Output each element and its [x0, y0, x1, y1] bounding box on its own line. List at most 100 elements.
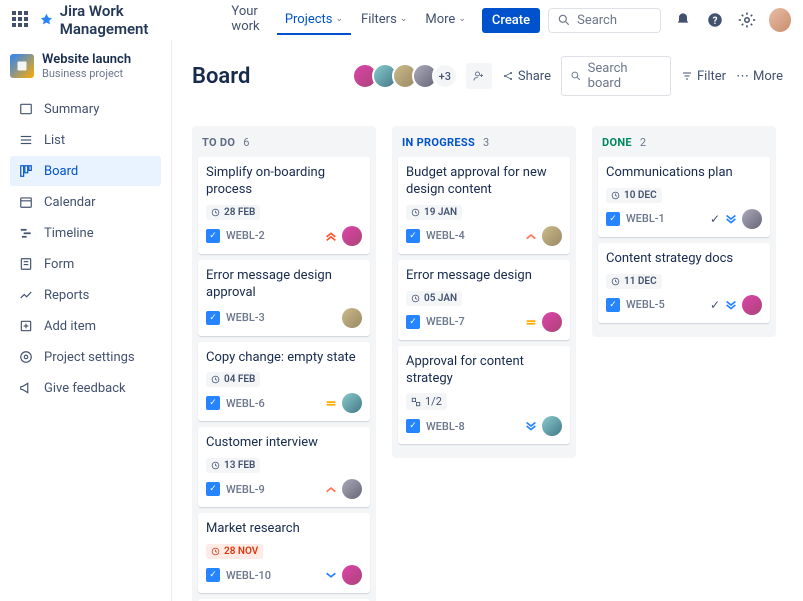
assignee-avatar[interactable] [742, 295, 762, 315]
clock-icon [611, 277, 620, 286]
due-date-chip: 11 DEC [606, 274, 662, 289]
clock-icon [611, 191, 620, 200]
priority-low-icon [324, 568, 338, 582]
chevron-down-icon: ⌄ [400, 14, 408, 24]
assignee-avatar[interactable] [542, 416, 562, 436]
clock-icon [411, 208, 420, 217]
assignee-avatar[interactable] [342, 308, 362, 328]
profile-avatar[interactable] [769, 8, 791, 32]
nav-your-work[interactable]: Your work [223, 0, 274, 42]
column-header[interactable]: IN PROGRESS 3 [398, 134, 570, 157]
card[interactable]: Approval for content strategy 1/2 WEBL-8 [398, 346, 570, 445]
notifications-icon[interactable] [671, 8, 693, 32]
column-todo: TO DO 6 Simplify on-boarding process 28 … [192, 126, 376, 601]
nav-projects[interactable]: Projects⌄ [277, 6, 351, 35]
settings-icon[interactable] [736, 8, 758, 32]
add-member-button[interactable] [466, 63, 492, 89]
column-title: IN PROGRESS [402, 136, 475, 149]
due-date-chip: 28 FEB [206, 205, 260, 220]
card[interactable]: Error message design 05 JAN WEBL-7 [398, 260, 570, 340]
chevron-down-icon: ⌄ [458, 14, 466, 24]
due-date-chip: 04 FEB [206, 372, 260, 387]
card[interactable]: Communications plan 10 DEC WEBL-1✓ [598, 157, 770, 237]
sidebar-item-timeline[interactable]: Timeline [10, 218, 161, 248]
card-title: Budget approval for new design content [406, 165, 562, 199]
card[interactable]: Content strategy docs 11 DEC WEBL-5✓ [598, 243, 770, 323]
sidebar-item-summary[interactable]: Summary [10, 94, 161, 124]
task-type-icon [206, 396, 220, 410]
card-title: Copy change: empty state [206, 350, 362, 367]
clock-icon [211, 461, 220, 470]
avatar-overflow[interactable]: +3 [432, 63, 458, 89]
add-icon [18, 318, 34, 334]
help-icon[interactable]: ? [704, 8, 726, 32]
column-count: 6 [243, 136, 249, 149]
global-search[interactable]: Search [548, 8, 661, 33]
assignee-avatar[interactable] [342, 393, 362, 413]
priority-low-icon [524, 419, 538, 433]
issue-key: WEBL-8 [426, 420, 465, 433]
card[interactable]: Budget approval for new design content 1… [398, 157, 570, 254]
done-check-icon: ✓ [710, 298, 720, 312]
jira-icon [39, 12, 54, 28]
sidebar-item-board[interactable]: Board [10, 156, 161, 186]
column-header[interactable]: DONE 2 [598, 134, 770, 157]
card[interactable]: Error message design approval WEBL-3 [198, 260, 370, 336]
topbar: Jira Work Management Your work Projects⌄… [0, 0, 803, 40]
clock-icon [211, 375, 220, 384]
task-type-icon [406, 419, 420, 433]
sidebar-item-add[interactable]: Add item [10, 311, 161, 341]
issue-key: WEBL-2 [226, 229, 265, 242]
issue-key: WEBL-6 [226, 397, 265, 410]
clock-icon [211, 208, 220, 217]
done-check-icon: ✓ [710, 212, 720, 226]
assignee-avatar[interactable] [542, 312, 562, 332]
card[interactable]: Customer interview 13 FEB WEBL-9 [198, 427, 370, 507]
column-done: DONE 2 Communications plan 10 DEC WEBL-1… [592, 126, 776, 337]
sidebar-item-reports[interactable]: Reports [10, 280, 161, 310]
issue-key: WEBL-7 [426, 315, 465, 328]
board-content: Board +3 Share Search board Filter ⋯More… [172, 40, 803, 601]
card-title: Error message design [406, 268, 562, 285]
assignee-avatar[interactable] [342, 479, 362, 499]
page-title: Board [192, 64, 250, 89]
assignee-avatar[interactable] [742, 209, 762, 229]
column-count: 2 [640, 136, 646, 149]
sidebar-item-list[interactable]: List [10, 125, 161, 155]
task-type-icon [206, 229, 220, 243]
create-button[interactable]: Create [482, 8, 540, 33]
issue-key: WEBL-5 [626, 298, 665, 311]
due-date-chip: 13 FEB [206, 458, 260, 473]
board-search[interactable]: Search board [561, 56, 671, 96]
sidebar-item-feedback[interactable]: Give feedback [10, 373, 161, 403]
priority-low-icon [724, 212, 738, 226]
nav-more[interactable]: More⌄ [417, 6, 474, 35]
subtask-icon [411, 397, 421, 407]
card-title: Approval for content strategy [406, 354, 562, 388]
sidebar-item-form[interactable]: Form [10, 249, 161, 279]
sidebar-item-settings[interactable]: Project settings [10, 342, 161, 372]
app-switcher-icon[interactable] [12, 11, 29, 29]
share-button[interactable]: Share [502, 69, 551, 84]
form-icon [18, 256, 34, 272]
column-header[interactable]: TO DO 6 [198, 134, 370, 157]
card[interactable]: Copy change: empty state 04 FEB WEBL-6 [198, 342, 370, 422]
product-logo[interactable]: Jira Work Management [39, 2, 206, 38]
primary-nav: Your work Projects⌄ Filters⌄ More⌄ Creat… [223, 0, 540, 42]
nav-filters[interactable]: Filters⌄ [353, 6, 415, 35]
assignee-avatar[interactable] [342, 226, 362, 246]
sidebar: Website launch Business project Summary … [0, 40, 172, 601]
card-title: Market research [206, 521, 362, 538]
card[interactable]: Market research 28 NOV WEBL-10 [198, 513, 370, 593]
due-date-chip-overdue: 28 NOV [206, 544, 263, 559]
assignee-avatar[interactable] [542, 226, 562, 246]
card[interactable]: Simplify on-boarding process 28 FEB WEBL… [198, 157, 370, 254]
sidebar-item-calendar[interactable]: Calendar [10, 187, 161, 217]
more-button[interactable]: ⋯More [736, 69, 783, 84]
avatar-group: +3 [358, 63, 492, 89]
task-type-icon [206, 482, 220, 496]
filter-button[interactable]: Filter [681, 69, 726, 84]
project-header[interactable]: Website launch Business project [10, 52, 161, 80]
summary-icon [18, 101, 34, 117]
assignee-avatar[interactable] [342, 565, 362, 585]
